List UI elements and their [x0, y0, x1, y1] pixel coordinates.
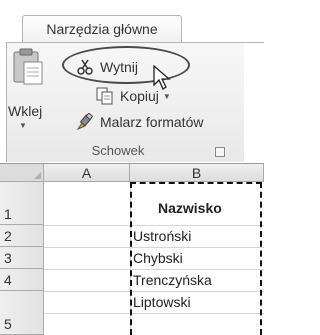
- row-header-1[interactable]: 1: [0, 182, 44, 225]
- row-header-3[interactable]: 3: [0, 247, 44, 269]
- format-painter-button[interactable]: Malarz formatów: [76, 110, 203, 134]
- format-painter-label: Malarz formatów: [100, 114, 204, 130]
- row-header-5-label: 5: [4, 316, 12, 332]
- row-header-1-label: 1: [4, 206, 12, 222]
- row-header-4[interactable]: 4: [0, 269, 44, 291]
- row-header-2[interactable]: 2: [0, 225, 44, 247]
- paste-dropdown-icon[interactable]: ▼: [19, 121, 27, 130]
- tab-home-label: Narzędzia główne: [46, 21, 158, 37]
- dialog-launcher-icon[interactable]: [215, 147, 225, 157]
- mouse-pointer-icon: [153, 65, 171, 90]
- clipboard-icon[interactable]: [12, 48, 44, 96]
- column-header-b[interactable]: B: [130, 164, 264, 182]
- copy-icon: [96, 87, 113, 105]
- copy-dropdown-icon[interactable]: ▼: [163, 92, 171, 101]
- select-all-triangle-icon: [34, 172, 41, 179]
- clipboard-group-label: Schowek: [91, 143, 145, 158]
- brush-icon: [76, 113, 94, 131]
- paste-button-label[interactable]: Wklej: [8, 103, 42, 119]
- row-header-2-label: 2: [4, 228, 12, 244]
- tab-home[interactable]: Narzędzia główne: [22, 15, 182, 43]
- row-header-4-label: 4: [4, 272, 12, 288]
- row-header-5[interactable]: 5: [0, 291, 44, 335]
- column-header-a[interactable]: A: [44, 164, 130, 182]
- copy-marquee-selection: [130, 182, 262, 335]
- row-header-3-label: 3: [4, 250, 12, 266]
